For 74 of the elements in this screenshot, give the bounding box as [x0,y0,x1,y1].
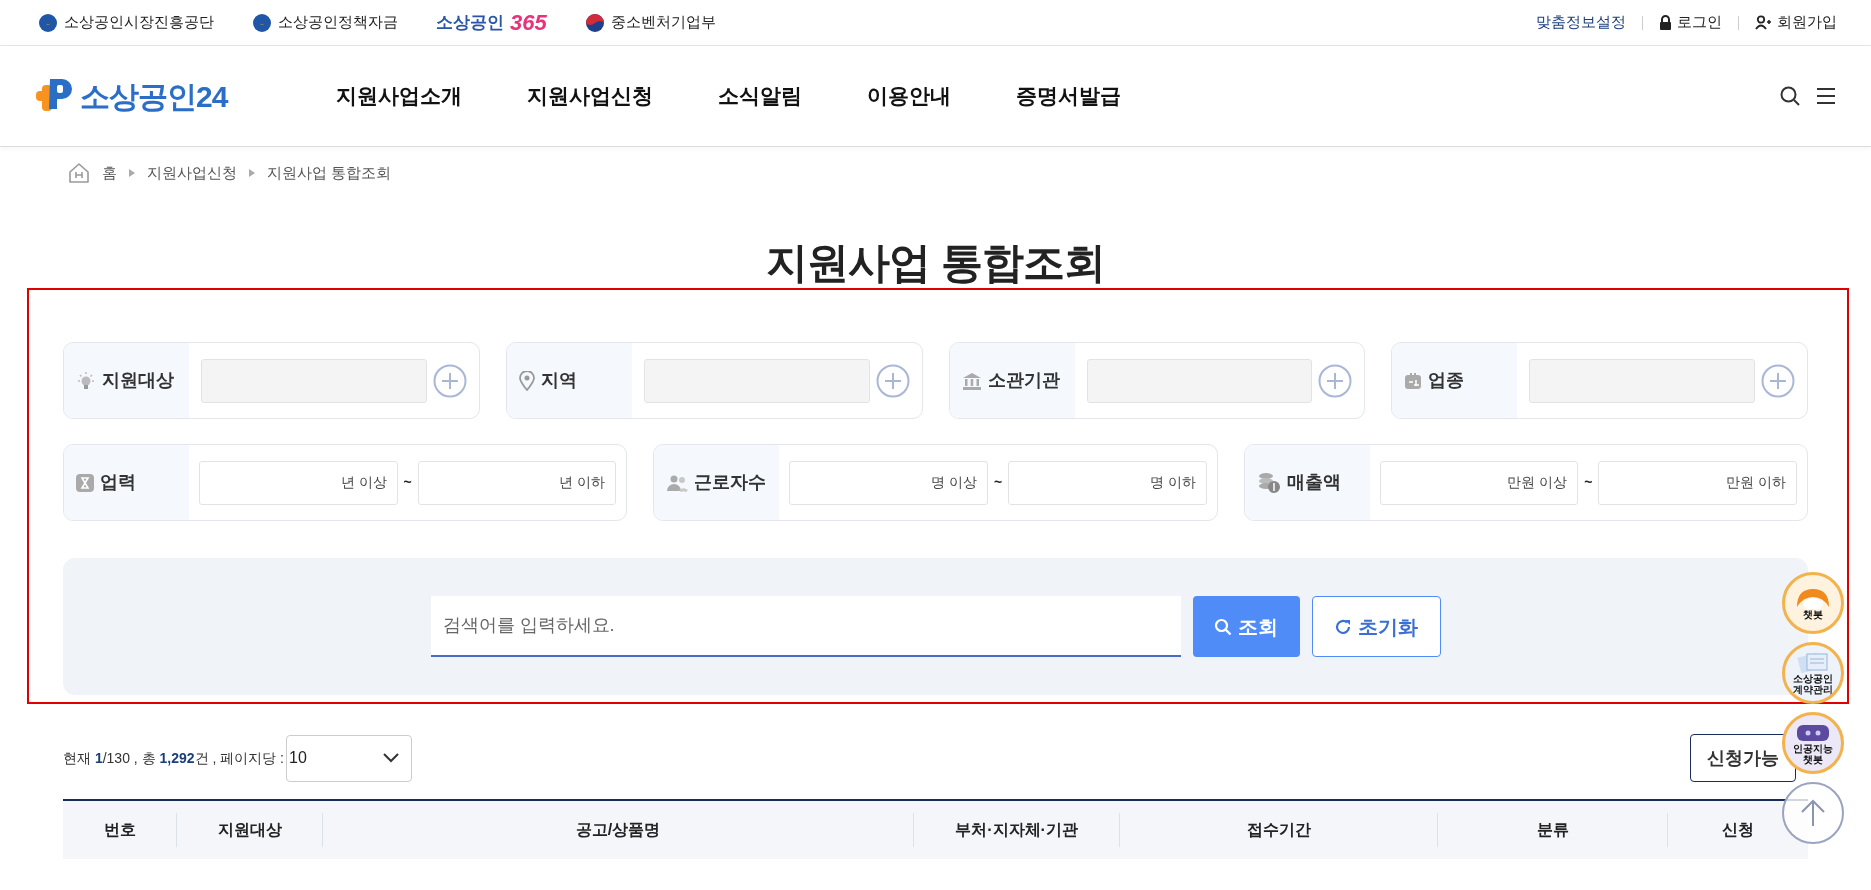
breadcrumb-link[interactable]: 홈 [102,161,117,185]
filter-label: 업종 [1428,369,1465,392]
account-link[interactable]: 회원가입 [1755,11,1837,34]
selection-field[interactable] [643,358,870,403]
range-separator: ~ [993,473,1003,492]
range-separator: ~ [1584,473,1593,492]
input-field[interactable]: 년 이상 [199,460,398,505]
hourglass-icon [76,473,94,492]
column-header: 접수기간 [1119,813,1437,847]
people-icon [666,473,689,492]
range-separator: ~ [403,473,412,492]
site-link[interactable]: 중소벤처기업부 [584,11,716,34]
filter-label: 지역 [540,369,577,392]
emblem-icon [252,12,272,33]
page-title: 지원사업 통합조회 [766,238,1105,287]
quick-menu-button[interactable]: 소상공인 계약관리 [1782,642,1844,704]
search-icon [1214,617,1232,636]
breadcrumb-link[interactable]: 지원사업 통합조회 [267,161,392,185]
nav-menu-item[interactable]: 지원사업신청 [527,80,653,112]
account-link[interactable]: 맞춤정보설정 [1536,11,1626,34]
filter-label: 업력 [100,471,136,494]
filter-label: 매출액 [1286,471,1341,494]
arrow-up-icon [1800,798,1826,828]
column-header: 공고/상품명 [322,813,913,847]
menu-icon[interactable] [1815,86,1837,106]
selection-field[interactable] [201,358,427,403]
input-field[interactable]: 명 이상 [789,460,988,505]
search-icon[interactable] [1779,85,1801,107]
refresh-icon [1334,617,1352,636]
coins-icon [1256,471,1281,494]
nav-menu-item[interactable]: 소식알림 [718,80,802,112]
chevron-down-icon [383,753,399,763]
nav-menu-item[interactable]: 증명서발급 [1016,80,1121,112]
nav-menu-item[interactable]: 이용안내 [867,80,951,112]
lock-icon [1659,15,1672,30]
column-header: 번호 [102,820,137,840]
input-field[interactable]: 년 이하 [417,460,617,505]
add-icon[interactable] [875,363,910,398]
selection-field[interactable] [1086,358,1313,403]
person-add-icon [1755,15,1772,30]
filter-label: 지원대상 [102,369,174,392]
site-link[interactable]: 소상공인시장진흥공단 [38,11,214,34]
quick-menu-button[interactable]: 인공지능 챗봇 [1782,712,1844,774]
column-header: 분류 [1437,813,1667,847]
nav-menu-item[interactable]: 지원사업소개 [336,80,462,112]
selection-field[interactable] [1529,358,1755,403]
account-link[interactable]: 로그인 [1659,11,1722,34]
column-header: 부처·지자체·기관 [913,813,1119,847]
lightbulb-icon [76,370,96,391]
filter-label: 소관기관 [987,369,1060,392]
breadcrumb-link[interactable]: 지원사업신청 [147,161,237,185]
filter-label: 근로자수 [694,471,767,494]
page-size-dropdown[interactable]: 10 [286,734,412,782]
input-field[interactable]: 만원 이상 [1379,460,1579,505]
column-header: 지원대상 [176,813,322,847]
site-link[interactable]: 소상공인정책자금 [252,11,398,34]
site-link[interactable]: 소상공인 365 [436,6,547,39]
emblem-icon [38,12,58,33]
taegeuk-icon [584,12,605,33]
quick-menu-button[interactable]: 챗봇 [1782,572,1844,634]
reset-button[interactable]: 초기화 [1311,596,1441,657]
site-logo[interactable]: 소상공인24 [36,73,336,119]
add-icon[interactable] [432,363,467,398]
input-field[interactable]: 명 이하 [1008,460,1207,505]
input-field[interactable]: 만원 이하 [1598,460,1797,505]
add-icon[interactable] [1318,363,1353,398]
home-icon [68,162,90,184]
add-icon[interactable] [1761,363,1795,398]
map-pin-icon [518,370,535,391]
search-field[interactable]: 검색어를 입력하세요. [430,596,1181,657]
bank-icon [961,371,982,390]
chevron-right-icon [129,169,135,177]
result-summary: 현재 1/130 , 총 1,292건 , 페이지당 : [63,748,284,768]
chevron-right-icon [249,169,255,177]
